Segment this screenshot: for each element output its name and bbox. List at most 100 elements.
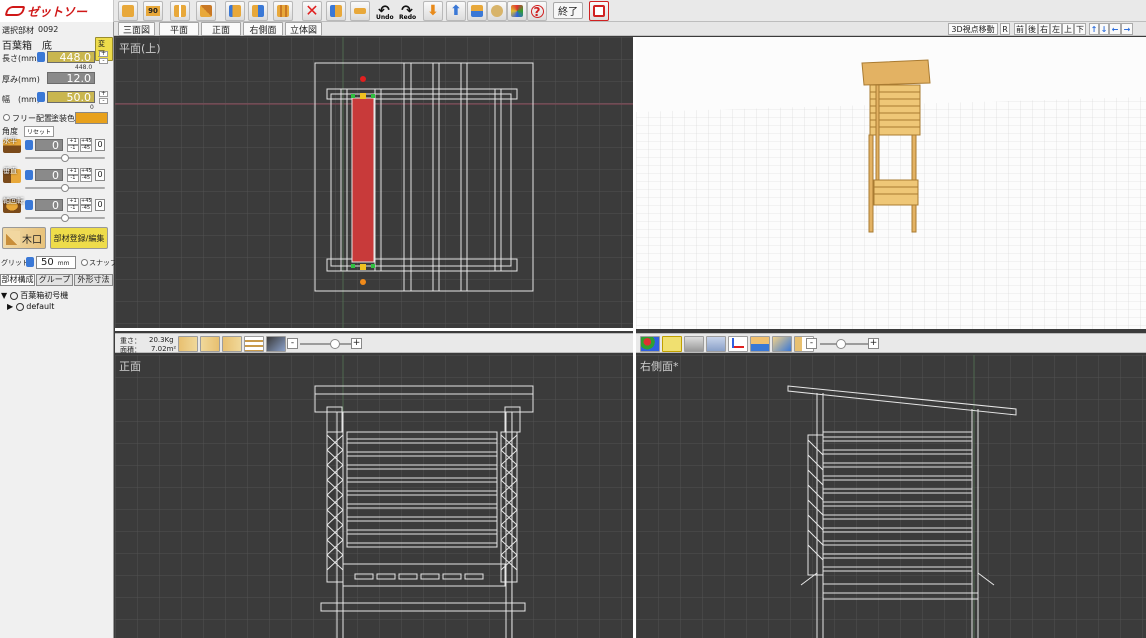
tab-front[interactable]: 正面 xyxy=(201,22,241,36)
wireframe-icon[interactable] xyxy=(706,336,726,352)
export-icon[interactable]: ⬆ xyxy=(446,1,466,21)
palette-icon[interactable] xyxy=(507,1,527,21)
view-left-button[interactable]: 左 xyxy=(1050,23,1062,35)
horizontal-plus1-button[interactable]: +1 xyxy=(67,138,79,145)
horizontal-angle-slider[interactable] xyxy=(25,154,105,162)
arrow-down-icon[interactable]: ↓ xyxy=(1099,23,1109,35)
axis-rotation-field[interactable]: 0 xyxy=(35,199,63,212)
view-front-button[interactable]: 前 xyxy=(1014,23,1026,35)
align-b-icon[interactable] xyxy=(273,1,293,21)
front-viewport[interactable]: 正面 xyxy=(115,355,633,638)
vertical-plus45-button[interactable]: +45 xyxy=(80,168,92,175)
horizontal-zero-button[interactable]: 0 xyxy=(95,139,105,151)
tab-group[interactable]: グループ xyxy=(36,274,73,286)
vertical-plus1-button[interactable]: +1 xyxy=(67,168,79,175)
tab-plan[interactable]: 平面 xyxy=(159,22,199,36)
axis-minus1-button[interactable]: -1 xyxy=(67,205,79,212)
grid-view-icon[interactable] xyxy=(266,336,286,352)
3d-view-move-button[interactable]: 3D視点移動 xyxy=(948,23,998,35)
view-back-button[interactable]: 後 xyxy=(1026,23,1038,35)
axis-slider-knob[interactable] xyxy=(61,214,69,222)
horizontal-minus45-button[interactable]: -45 xyxy=(80,145,92,152)
copy-icon[interactable] xyxy=(326,1,346,21)
vertical-angle-field[interactable]: 0 xyxy=(35,169,63,182)
vertical-minus45-button[interactable]: -45 xyxy=(80,175,92,182)
vertical-lock-icon[interactable] xyxy=(25,170,33,180)
texture-icon[interactable] xyxy=(662,336,682,352)
vertical-minus1-button[interactable]: -1 xyxy=(67,175,79,182)
axis-rotation-slider[interactable] xyxy=(25,214,105,222)
axis-lock-icon[interactable] xyxy=(25,200,33,210)
tab-part-structure[interactable]: 部材構成 xyxy=(0,274,35,286)
align-icon[interactable] xyxy=(248,1,268,21)
free-place-checkbox[interactable] xyxy=(3,114,10,121)
width-down-icon[interactable]: - xyxy=(99,98,108,104)
grid-size-field[interactable]: 50 mm xyxy=(36,256,76,269)
paint-color-swatch[interactable] xyxy=(75,112,108,124)
import-icon[interactable]: ⬇ xyxy=(423,1,443,21)
color-icon[interactable] xyxy=(640,336,660,352)
zoom-out-button[interactable]: - xyxy=(287,338,298,349)
length-down-icon[interactable]: - xyxy=(99,58,108,64)
horizontal-plus45-button[interactable]: +45 xyxy=(80,138,92,145)
tab-right-side[interactable]: 右側面 xyxy=(243,22,283,36)
tree-item-default[interactable]: ▶ default xyxy=(7,302,54,311)
tab-three-view[interactable]: 三面図 xyxy=(118,22,155,36)
register-part-button[interactable]: 部材登録/編集 xyxy=(50,227,108,249)
3d-viewport[interactable] xyxy=(636,37,1146,329)
dimension-a-icon[interactable] xyxy=(178,336,198,352)
dimension-c-icon[interactable] xyxy=(222,336,242,352)
axis-minus45-button[interactable]: -45 xyxy=(80,205,92,212)
plan-zoom-slider[interactable] xyxy=(300,339,355,349)
grip-top-icon[interactable] xyxy=(360,93,366,99)
eye-icon[interactable] xyxy=(9,291,18,300)
plan-zoom-knob[interactable] xyxy=(330,339,340,349)
layer-icon[interactable] xyxy=(244,336,264,352)
undo-icon[interactable]: ↶ Undo xyxy=(374,1,394,21)
rotate90-icon[interactable]: 90 xyxy=(143,1,163,21)
flat-icon[interactable] xyxy=(350,1,370,21)
screenshot-icon[interactable] xyxy=(589,1,609,21)
3d-zoom-knob[interactable] xyxy=(836,339,846,349)
horizontal-minus1-button[interactable]: -1 xyxy=(67,145,79,152)
horizontal-splitter[interactable] xyxy=(115,328,633,331)
expand-down-icon[interactable]: ▼ xyxy=(1,291,7,300)
3d-zoom-in-button[interactable]: + xyxy=(868,338,879,349)
measure-icon[interactable] xyxy=(467,1,487,21)
width-lock-icon[interactable] xyxy=(37,92,45,102)
view-bottom-button[interactable]: 下 xyxy=(1074,23,1086,35)
vertical-angle-slider[interactable] xyxy=(25,184,105,192)
arrow-up-icon[interactable]: ↑ xyxy=(1089,23,1099,35)
tab-3d[interactable]: 立体図 xyxy=(285,22,322,36)
arrow-right-icon[interactable]: → xyxy=(1121,23,1133,35)
view-right-button[interactable]: 右 xyxy=(1038,23,1050,35)
length-field[interactable]: 448.0 xyxy=(47,51,95,64)
tab-outer-dimensions[interactable]: 外形寸法 xyxy=(74,274,113,286)
axis-plus45-button[interactable]: +45 xyxy=(80,198,92,205)
tree-item-project[interactable]: ▼ 百葉箱初号機 xyxy=(1,290,68,301)
joint-b-icon[interactable] xyxy=(196,1,216,21)
thickness-field[interactable]: 12.0 xyxy=(47,72,95,85)
perspective-icon[interactable] xyxy=(772,336,792,352)
grip-bottom-icon[interactable] xyxy=(360,264,366,270)
side-viewport[interactable]: 右側面* xyxy=(636,355,1146,638)
axis-icon[interactable] xyxy=(728,336,748,352)
floor-icon[interactable] xyxy=(750,336,770,352)
reset-view-button[interactable]: R xyxy=(1000,23,1010,35)
zoom-in-button[interactable]: + xyxy=(351,338,362,349)
dimension-b-icon[interactable] xyxy=(200,336,220,352)
solid-icon[interactable] xyxy=(684,336,704,352)
selected-part[interactable] xyxy=(351,97,375,263)
arrow-left-icon[interactable]: ← xyxy=(1109,23,1121,35)
vertical-slider-knob[interactable] xyxy=(61,184,69,192)
axis-zero-button[interactable]: 0 xyxy=(95,199,105,211)
move-icon[interactable] xyxy=(225,1,245,21)
vertical-zero-button[interactable]: 0 xyxy=(95,169,105,181)
kiguchi-button[interactable]: 木口 xyxy=(2,227,46,249)
handle-top-icon[interactable] xyxy=(360,76,366,82)
delete-icon[interactable]: ✕ xyxy=(302,1,322,21)
piece-icon[interactable] xyxy=(118,1,138,21)
width-field[interactable]: 50.0 xyxy=(47,91,95,104)
plan-viewport[interactable]: 平面(上) xyxy=(115,37,633,329)
joint-a-icon[interactable] xyxy=(170,1,190,21)
